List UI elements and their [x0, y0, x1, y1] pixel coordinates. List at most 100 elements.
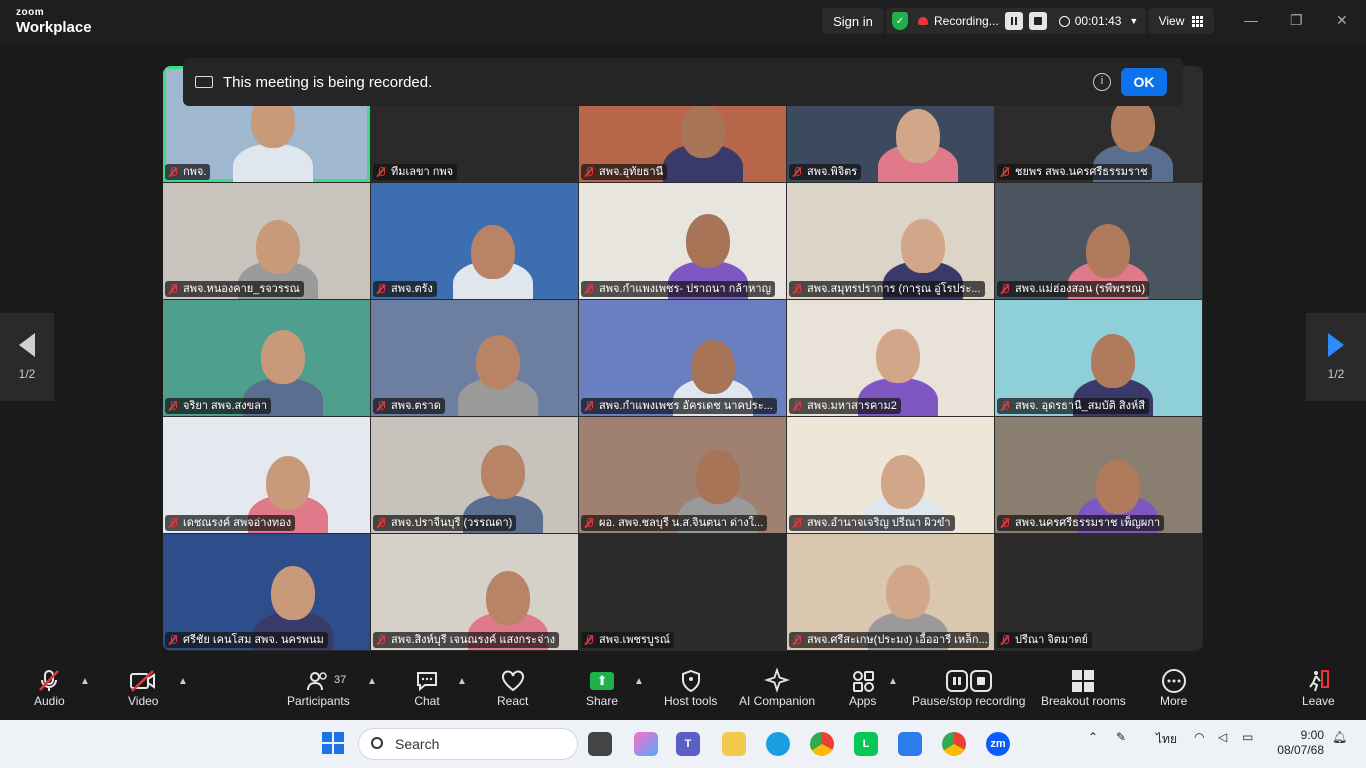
participant-name-label: สพจ.ปราจีนบุรี (วรรณดา) [373, 515, 517, 531]
participant-name-label: ผอ. สพจ.ชลบุรี น.ส.จินตนา ด่างใ... [581, 515, 768, 531]
participant-tile[interactable]: สพจ.ตราด [371, 300, 578, 416]
input-language-indicator[interactable]: ไทย [1156, 730, 1177, 749]
notifications-bell-icon[interactable]: 🔔︎ [1332, 730, 1347, 744]
participant-tile[interactable]: สพจ.เพชรบูรณ์ [579, 534, 786, 650]
participant-tile[interactable]: สพจ.อำนาจเจริญ ปรีณา ผิวขำ [787, 417, 994, 533]
info-icon[interactable]: i [1093, 73, 1111, 91]
chrome-browser-icon[interactable] [810, 732, 834, 756]
participant-video-face [476, 335, 520, 389]
participant-tile[interactable]: ศรีชัย เคนโสม สพจ. นครพนม [163, 534, 370, 650]
participant-tile[interactable]: สพจ.มหาสารคาม2 [787, 300, 994, 416]
line-app-icon[interactable]: L [854, 732, 878, 756]
volume-icon[interactable]: ◁ [1218, 730, 1227, 744]
microphone-muted-icon [792, 401, 802, 411]
participant-name-label: กพจ. [165, 164, 211, 180]
video-off-icon [128, 668, 158, 694]
apps-options-caret-icon[interactable]: ▲ [888, 676, 898, 687]
taskbar-search-box[interactable]: Search [358, 728, 578, 760]
pause-stop-recording-button[interactable]: Pause/stop recording [912, 668, 1025, 708]
maximize-button[interactable]: ❐ [1290, 12, 1303, 29]
participant-tile[interactable]: สพจ.ศรีสะเกษ(ประมง) เอื้ออารี เหล็ก... [787, 534, 994, 650]
show-hidden-icons-chevron-icon[interactable]: ⌃ [1088, 730, 1098, 744]
video-button[interactable]: Video [128, 668, 158, 708]
participant-video-face [256, 220, 300, 274]
share-button[interactable]: ⬆ Share [586, 668, 618, 708]
participants-count: 37 [334, 674, 347, 686]
participant-name-text: สพจ.ปราจีนบุรี (วรรณดา) [391, 517, 513, 529]
task-view-icon[interactable] [588, 732, 612, 756]
participant-tile[interactable]: สพจ.กำแพงเพชร- ปราถนา กล้าหาญ [579, 183, 786, 299]
participant-tile[interactable]: ผอ. สพจ.ชลบุรี น.ส.จินตนา ด่างใ... [579, 417, 786, 533]
microphone-muted-icon [168, 635, 178, 645]
participant-name-label: สพจ.สมุทรปราการ (การุณ อู่โรประ... [789, 281, 985, 297]
stop-recording-button[interactable] [1028, 12, 1047, 30]
wifi-icon[interactable]: ◠ [1194, 730, 1204, 744]
breakout-rooms-button[interactable]: Breakout rooms [1041, 668, 1126, 708]
participant-tile[interactable]: จริยา สพจ.สงขลา [163, 300, 370, 416]
view-button[interactable]: View [1148, 8, 1214, 34]
windows-start-icon[interactable] [322, 732, 344, 754]
participant-video-face [471, 225, 515, 279]
participant-tile[interactable]: สพจ.กำแพงเพชร อัครเดช นาคประ... [579, 300, 786, 416]
chat-button[interactable]: Chat [414, 668, 440, 708]
system-clock[interactable]: 9:00 08/07/68 [1272, 728, 1324, 758]
participant-name-text: ศรีชัย เคนโสม สพจ. นครพนม [183, 634, 324, 646]
microphone-muted-icon [1000, 518, 1010, 528]
participant-tile[interactable]: สพจ.แม่ฮ่องสอน (รพีพรรณ) [995, 183, 1202, 299]
host-tools-button[interactable]: Host tools [664, 668, 717, 708]
participant-name-text: สพจ.พิจิตร [807, 166, 858, 178]
title-bar: zoom Workplace Sign in ✓ Recording... 00… [0, 0, 1366, 44]
audio-button[interactable]: Audio [34, 668, 65, 708]
ok-button[interactable]: OK [1121, 68, 1167, 96]
microphone-muted-icon [168, 401, 178, 411]
react-button[interactable]: React [497, 668, 528, 708]
minimize-button[interactable]: — [1244, 12, 1258, 28]
microphone-muted-icon [584, 284, 594, 294]
participant-tile[interactable]: สพจ.หนองคาย_รจวรรณ [163, 183, 370, 299]
apps-button[interactable]: Apps [849, 668, 876, 708]
copilot-icon[interactable] [634, 732, 658, 756]
ai-companion-button[interactable]: AI Companion [739, 668, 815, 708]
edge-browser-icon[interactable] [766, 732, 790, 756]
participant-name-text: สพจ.อำนาจเจริญ ปรีณา ผิวขำ [807, 517, 951, 529]
participant-video-face [681, 104, 725, 158]
previous-page-button[interactable]: 1/2 [0, 313, 54, 401]
participant-tile[interactable]: สพจ.ปราจีนบุรี (วรรณดา) [371, 417, 578, 533]
encryption-shield-icon[interactable]: ✓ [892, 12, 908, 30]
participant-name-label: ศรีชัย เคนโสม สพจ. นครพนม [165, 632, 328, 648]
chevron-down-icon[interactable]: ▼ [1129, 16, 1138, 26]
participant-tile[interactable]: สพจ.นครศรีธรรมราช เพ็ญผกา [995, 417, 1202, 533]
participant-name-text: สพจ. อุดรธานี_สมบัติ สิงห์สี [1015, 400, 1145, 412]
chat-options-caret-icon[interactable]: ▲ [457, 676, 467, 687]
participant-name-text: สพจ.สมุทรปราการ (การุณ อู่โรประ... [807, 283, 981, 295]
share-options-caret-icon[interactable]: ▲ [634, 676, 644, 687]
pause-recording-button[interactable] [1004, 12, 1023, 30]
participant-tile[interactable]: สพจ.สมุทรปราการ (การุณ อู่โรประ... [787, 183, 994, 299]
participant-tile[interactable]: สพจ.ตรัง [371, 183, 578, 299]
pen-menu-icon[interactable]: ✎ [1116, 730, 1126, 744]
leave-button[interactable]: Leave [1302, 668, 1335, 708]
chrome-profile-icon[interactable] [942, 732, 966, 756]
participant-tile[interactable]: สพจ. อุดรธานี_สมบัติ สิงห์สี [995, 300, 1202, 416]
microphone-muted-icon [1000, 401, 1010, 411]
sign-in-button[interactable]: Sign in [822, 8, 884, 34]
participant-video-face [881, 455, 925, 509]
audio-options-caret-icon[interactable]: ▲ [80, 676, 90, 687]
clock-time: 9:00 [1300, 728, 1324, 742]
microphone-muted-icon [792, 635, 802, 645]
file-explorer-icon[interactable] [722, 732, 746, 756]
close-window-button[interactable]: ✕ [1336, 12, 1348, 29]
zoom-app-icon[interactable]: zm [986, 732, 1010, 756]
more-button[interactable]: More [1160, 668, 1187, 708]
participant-tile[interactable]: เดชณรงค์ สพจอ่างทอง [163, 417, 370, 533]
next-page-button[interactable]: 1/2 [1306, 313, 1366, 401]
video-options-caret-icon[interactable]: ▲ [178, 676, 188, 687]
participants-options-caret-icon[interactable]: ▲ [367, 676, 377, 687]
participant-tile[interactable]: สพจ.สิงห์บุรี เจนณรงค์ แสงกระจ่าง [371, 534, 578, 650]
teams-icon[interactable]: T [676, 732, 700, 756]
recording-controls: ✓ Recording... 00:01:43 ▼ [886, 8, 1146, 34]
notepad-icon[interactable] [898, 732, 922, 756]
participant-video-face [261, 330, 305, 384]
participant-tile[interactable]: ปรีณา จิตมาตย์ [995, 534, 1202, 650]
battery-icon[interactable]: ▭ [1242, 730, 1253, 744]
